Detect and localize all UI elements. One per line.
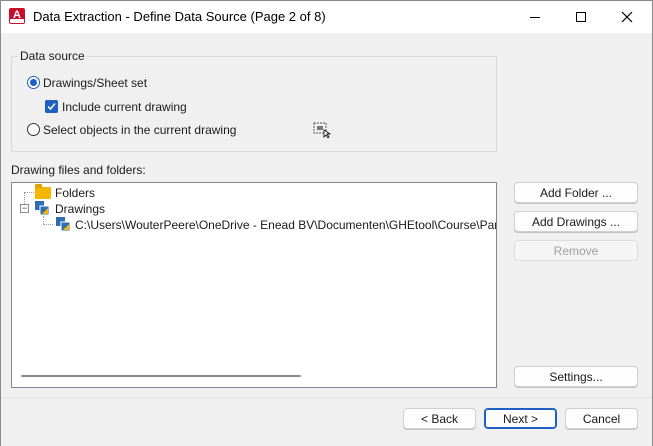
tree-item-drawings[interactable]: Drawings [55, 202, 105, 216]
drawing-file-icon [56, 217, 71, 232]
data-extraction-dialog: A Data Extraction - Define Data Source (… [0, 0, 653, 446]
include-current-drawing-checkbox[interactable] [45, 100, 58, 113]
window-title: Data Extraction - Define Data Source (Pa… [33, 9, 326, 24]
drawing-files-label: Drawing files and folders: [11, 163, 146, 177]
settings-button[interactable]: Settings... [514, 366, 638, 387]
drawings-icon [35, 201, 50, 216]
tree-line [43, 224, 53, 225]
next-button[interactable]: Next > [484, 408, 557, 429]
folder-icon [35, 184, 51, 199]
select-objects-radio[interactable] [27, 123, 40, 136]
drawing-files-tree[interactable]: Folders − Drawings C:\Users\WouterPeere\… [11, 182, 497, 388]
minimize-button[interactable] [512, 1, 558, 33]
maximize-icon [576, 12, 586, 22]
drawings-sheet-set-radio[interactable] [27, 76, 40, 89]
select-objects-icon[interactable] [313, 122, 331, 138]
close-icon [621, 11, 633, 23]
tree-line [24, 192, 34, 193]
back-button[interactable]: < Back [403, 408, 476, 429]
title-bar[interactable]: A Data Extraction - Define Data Source (… [1, 1, 652, 33]
add-drawings-button[interactable]: Add Drawings ... [514, 211, 638, 232]
tree-line [43, 216, 44, 224]
checkmark-icon [47, 103, 56, 111]
data-source-group-label: Data source [18, 49, 87, 63]
select-objects-label[interactable]: Select objects in the current drawing [43, 123, 236, 137]
remove-button[interactable]: Remove [514, 240, 638, 261]
include-current-drawing-label[interactable]: Include current drawing [62, 100, 187, 114]
cancel-button[interactable]: Cancel [565, 408, 638, 429]
horizontal-scrollbar[interactable] [21, 375, 301, 377]
close-button[interactable] [604, 1, 650, 33]
autocad-app-icon: A [9, 8, 25, 24]
collapse-icon[interactable]: − [20, 204, 29, 213]
drawings-sheet-set-label[interactable]: Drawings/Sheet set [43, 76, 147, 90]
tree-item-folders[interactable]: Folders [55, 186, 95, 200]
maximize-button[interactable] [558, 1, 604, 33]
minimize-icon [530, 16, 540, 18]
add-folder-button[interactable]: Add Folder ... [514, 182, 638, 203]
tree-item-drawing-path[interactable]: C:\Users\WouterPeere\OneDrive - Enead BV… [75, 218, 496, 232]
